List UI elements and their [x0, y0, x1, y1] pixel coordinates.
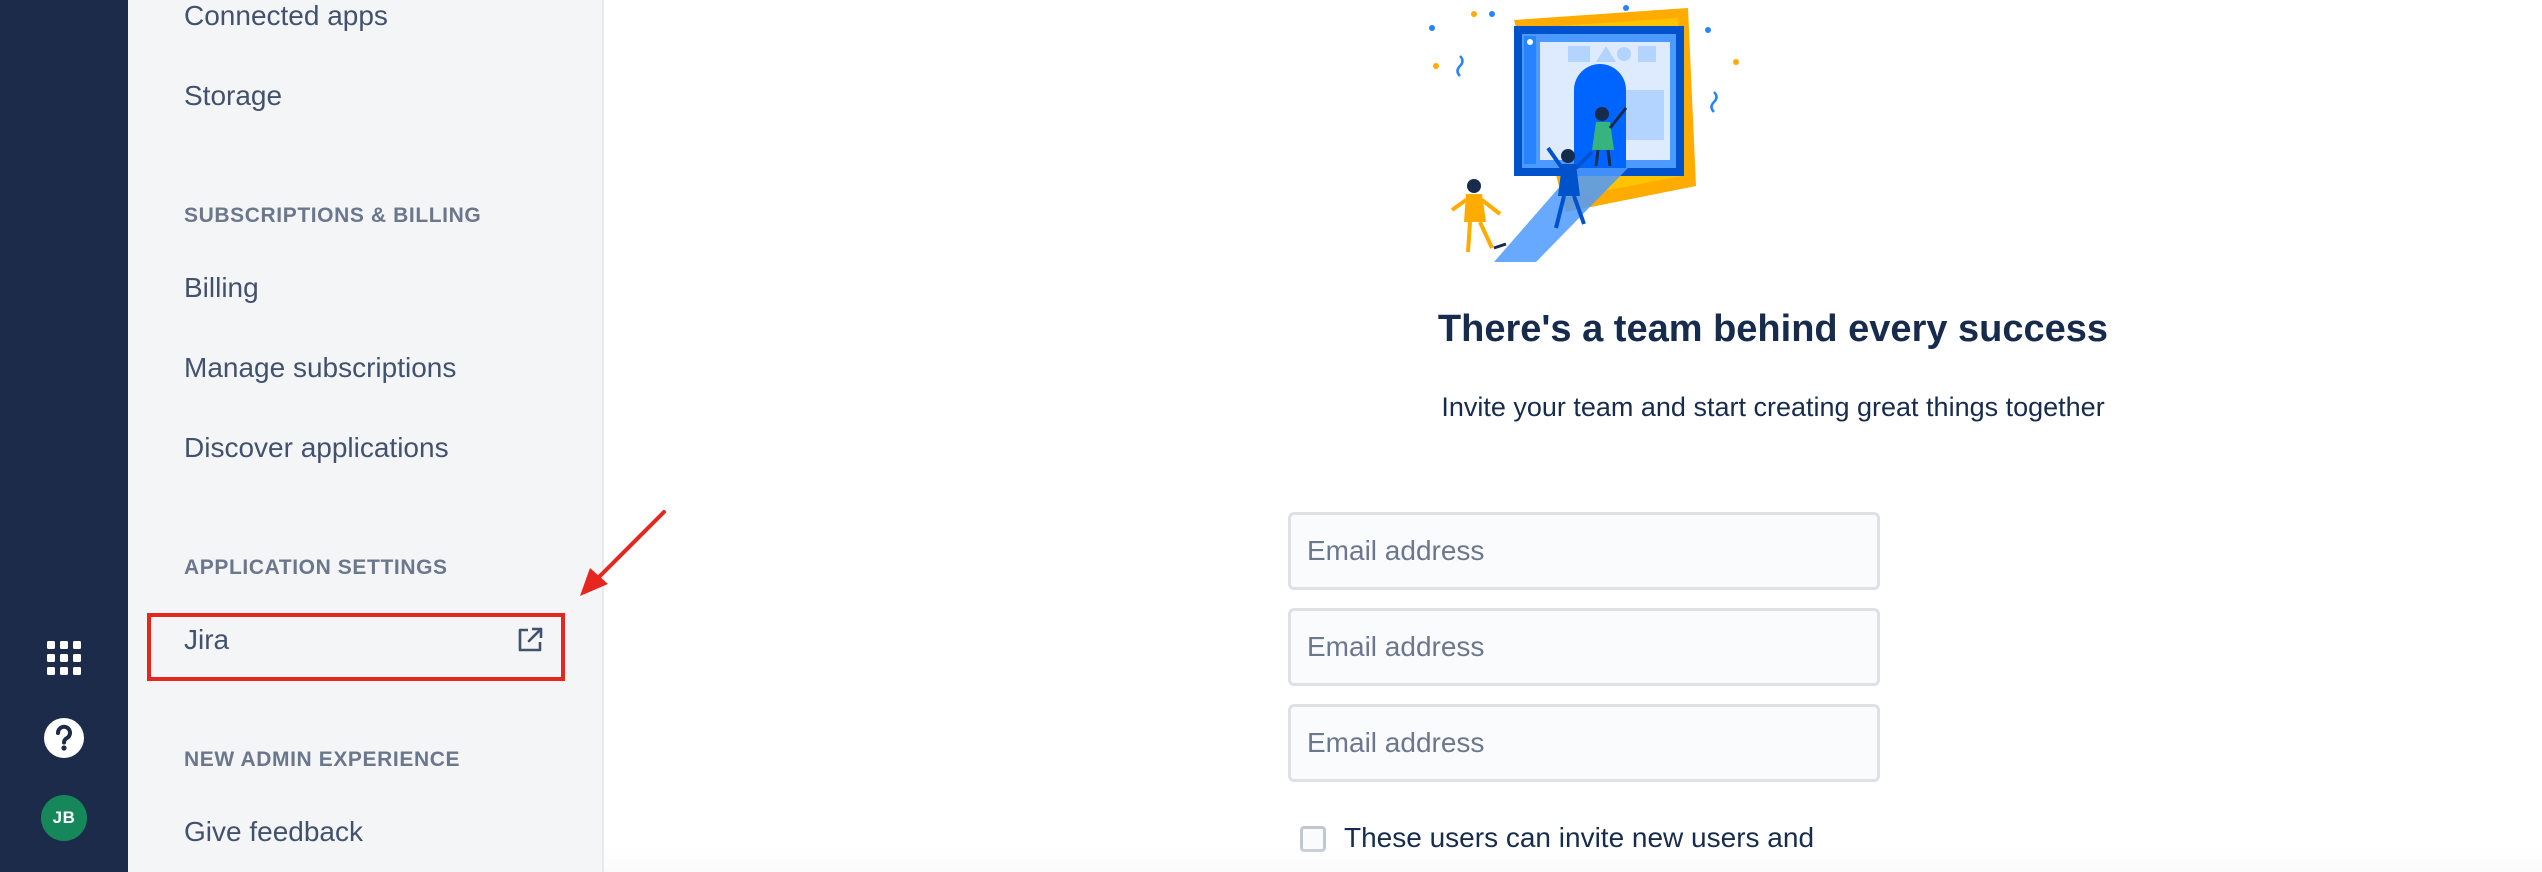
sidebar-item-connected-apps[interactable]: Connected apps [184, 0, 388, 32]
sidebar-item-storage[interactable]: Storage [184, 80, 282, 112]
sidebar-item-discover-applications[interactable]: Discover applications [184, 432, 449, 464]
invite-permission-checkbox[interactable] [1300, 826, 1326, 852]
team-illustration-icon [1429, 5, 1739, 262]
email-field-1[interactable] [1288, 512, 1880, 590]
page-title: There's a team behind every success [1437, 308, 2109, 350]
help-icon[interactable] [0, 714, 128, 762]
admin-sidebar: Connected apps Storage SUBSCRIPTIONS & B… [128, 0, 604, 872]
sidebar-item-billing[interactable]: Billing [184, 272, 259, 304]
avatar-initials: JB [41, 795, 87, 841]
email-field-2[interactable] [1288, 608, 1880, 686]
page-subtitle: Invite your team and start creating grea… [1441, 392, 2105, 422]
app-root: JB Connected apps Storage SUBSCRIPTIONS … [0, 0, 2542, 872]
email-field-3[interactable] [1288, 704, 1880, 782]
global-nav: JB [0, 0, 128, 872]
main-content: There's a team behind every success Invi… [604, 0, 2542, 872]
sidebar-item-manage-subscriptions[interactable]: Manage subscriptions [184, 352, 456, 384]
user-avatar[interactable]: JB [0, 792, 128, 844]
annotation-highlight-box [147, 613, 565, 681]
sidebar-heading-application-settings: APPLICATION SETTINGS [184, 556, 448, 579]
invite-permission-label: These users can invite new users and [1344, 822, 1815, 853]
sidebar-heading-subscriptions: SUBSCRIPTIONS & BILLING [184, 204, 482, 227]
sidebar-heading-new-admin: NEW ADMIN EXPERIENCE [184, 748, 461, 771]
sidebar-item-give-feedback[interactable]: Give feedback [184, 816, 363, 848]
app-switcher-icon[interactable] [0, 634, 128, 682]
